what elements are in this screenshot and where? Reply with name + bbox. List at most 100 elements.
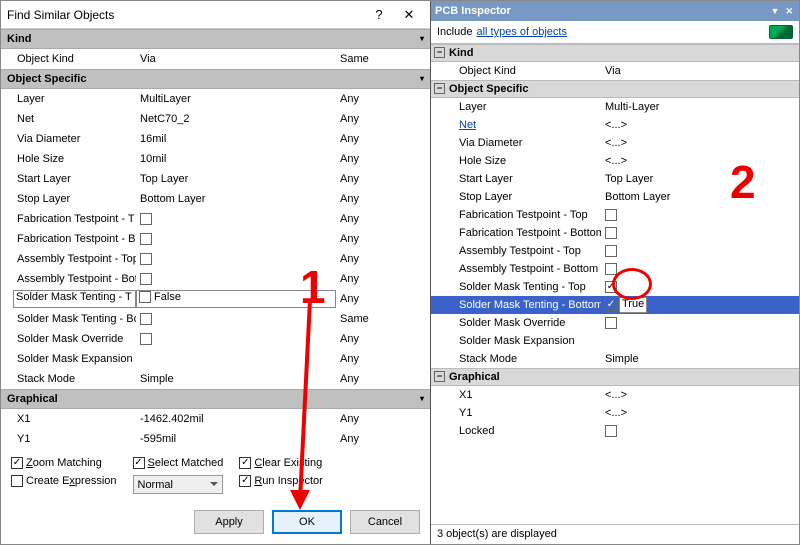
checkbox-icon[interactable]: [605, 209, 617, 221]
property-value[interactable]: Via: [136, 53, 336, 65]
collapse-icon[interactable]: −: [434, 371, 445, 382]
inspector-row[interactable]: Y1<...>: [431, 404, 799, 422]
property-value[interactable]: Bottom Layer: [136, 193, 336, 205]
inspector-value[interactable]: [601, 227, 799, 239]
match-mode[interactable]: Any: [336, 93, 430, 105]
section-graphical-header[interactable]: Graphical ▾: [1, 389, 430, 409]
inspector-value[interactable]: [601, 425, 799, 437]
inspector-value[interactable]: Multi-Layer: [601, 101, 799, 113]
inspector-value[interactable]: [601, 263, 799, 275]
property-value[interactable]: [136, 333, 336, 345]
checkbox-icon[interactable]: [140, 233, 152, 245]
chevron-down-icon[interactable]: ▾: [420, 75, 424, 83]
apply-button[interactable]: Apply: [194, 510, 264, 534]
collapse-icon[interactable]: −: [434, 47, 445, 58]
inspector-value[interactable]: <...>: [601, 389, 799, 401]
cancel-button[interactable]: Cancel: [350, 510, 420, 534]
select-matched-checkbox[interactable]: ✓ Select Matched: [133, 457, 224, 469]
match-mode[interactable]: Any: [336, 113, 430, 125]
checkbox-icon[interactable]: [140, 273, 152, 285]
section-objspec-header[interactable]: Object Specific ▾: [1, 69, 430, 89]
checkbox-icon[interactable]: [140, 333, 152, 345]
chevron-down-icon[interactable]: ▾: [420, 395, 424, 403]
inspector-row[interactable]: Solder Mask Tenting - Top: [431, 278, 799, 296]
match-mode[interactable]: Any: [336, 273, 430, 285]
inspector-row[interactable]: Assembly Testpoint - Top: [431, 242, 799, 260]
panel-menu-icon[interactable]: ▼: [769, 6, 782, 17]
insp-graphical-header[interactable]: − Graphical: [431, 368, 799, 386]
match-mode[interactable]: Same: [336, 53, 430, 65]
inspector-row[interactable]: LayerMulti-Layer: [431, 98, 799, 116]
inspector-row[interactable]: Locked: [431, 422, 799, 440]
inspector-value[interactable]: <...>: [601, 119, 799, 131]
property-value[interactable]: [136, 313, 336, 325]
checkbox-icon[interactable]: [605, 281, 617, 293]
property-row[interactable]: Solder Mask OverrideAny: [1, 329, 430, 349]
property-row[interactable]: Stack ModeSimpleAny: [1, 369, 430, 389]
match-mode[interactable]: Any: [336, 173, 430, 185]
collapse-icon[interactable]: −: [434, 83, 445, 94]
section-kind-header[interactable]: Kind ▾: [1, 29, 430, 49]
inspector-row[interactable]: Via Diameter<...>: [431, 134, 799, 152]
insp-kind-header[interactable]: − Kind: [431, 44, 799, 62]
match-mode[interactable]: Any: [336, 373, 430, 385]
inspector-row[interactable]: Fabrication Testpoint - Top: [431, 206, 799, 224]
property-row[interactable]: Y1-595milAny: [1, 429, 430, 449]
inspector-row[interactable]: Object KindVia: [431, 62, 799, 80]
checkbox-icon[interactable]: [605, 245, 617, 257]
checkbox-icon[interactable]: [139, 291, 151, 303]
property-value[interactable]: MultiLayer: [136, 93, 336, 105]
match-mode[interactable]: Any: [336, 253, 430, 265]
match-mode[interactable]: Any: [336, 413, 430, 425]
inspector-value[interactable]: <...>: [601, 137, 799, 149]
match-mode[interactable]: Any: [336, 333, 430, 345]
inspector-value[interactable]: [601, 317, 799, 329]
close-button[interactable]: ✕: [394, 4, 424, 26]
inspector-value[interactable]: True: [601, 297, 799, 313]
property-value[interactable]: -595mil: [136, 433, 336, 445]
inspector-value[interactable]: <...>: [601, 407, 799, 419]
property-value[interactable]: [136, 213, 336, 225]
checkbox-icon[interactable]: [140, 313, 152, 325]
match-mode[interactable]: Any: [336, 153, 430, 165]
inspector-row[interactable]: Assembly Testpoint - Bottom: [431, 260, 799, 278]
match-mode[interactable]: Any: [336, 433, 430, 445]
property-row[interactable]: Solder Mask Tenting - BoSame: [1, 309, 430, 329]
checkbox-icon[interactable]: [605, 263, 617, 275]
match-mode[interactable]: Any: [336, 353, 430, 365]
help-button[interactable]: ?: [364, 4, 394, 26]
property-value[interactable]: [136, 233, 336, 245]
inspector-row[interactable]: Solder Mask Tenting - BottomTrue: [431, 296, 799, 314]
zoom-matching-checkbox[interactable]: ✓ Zoom Matching: [11, 457, 117, 469]
property-value[interactable]: [136, 253, 336, 265]
property-row[interactable]: Via Diameter16milAny: [1, 129, 430, 149]
property-row[interactable]: Stop LayerBottom LayerAny: [1, 189, 430, 209]
inspector-row[interactable]: Start LayerTop Layer: [431, 170, 799, 188]
inspector-row[interactable]: Net<...>: [431, 116, 799, 134]
inspector-value[interactable]: Bottom Layer: [601, 191, 799, 203]
inspector-row[interactable]: Stop LayerBottom Layer: [431, 188, 799, 206]
property-row[interactable]: Assembly Testpoint - TopAny: [1, 249, 430, 269]
mask-dropdown[interactable]: Normal: [133, 475, 224, 494]
inspector-row[interactable]: Stack ModeSimple: [431, 350, 799, 368]
property-value[interactable]: Simple: [136, 373, 336, 385]
match-mode[interactable]: Any: [336, 233, 430, 245]
create-expression-checkbox[interactable]: Create Expression: [11, 475, 117, 487]
ok-button[interactable]: OK: [272, 510, 342, 534]
include-link[interactable]: all types of objects: [476, 26, 567, 38]
property-value[interactable]: [136, 273, 336, 285]
property-row[interactable]: Solder Mask Tenting - T FalseAny: [1, 289, 430, 309]
inspector-row[interactable]: Fabrication Testpoint - Bottom: [431, 224, 799, 242]
property-value[interactable]: NetC70_2: [136, 113, 336, 125]
inspector-value[interactable]: Simple: [601, 353, 799, 365]
property-row[interactable]: Solder Mask ExpansionAny: [1, 349, 430, 369]
inspector-value[interactable]: [601, 245, 799, 257]
property-row[interactable]: LayerMultiLayerAny: [1, 89, 430, 109]
property-value[interactable]: False: [136, 290, 336, 308]
property-row[interactable]: X1-1462.402milAny: [1, 409, 430, 429]
property-row[interactable]: Object KindViaSame: [1, 49, 430, 69]
match-mode[interactable]: Any: [336, 213, 430, 225]
checkbox-icon[interactable]: [140, 253, 152, 265]
property-value[interactable]: Top Layer: [136, 173, 336, 185]
match-mode[interactable]: Same: [336, 313, 430, 325]
